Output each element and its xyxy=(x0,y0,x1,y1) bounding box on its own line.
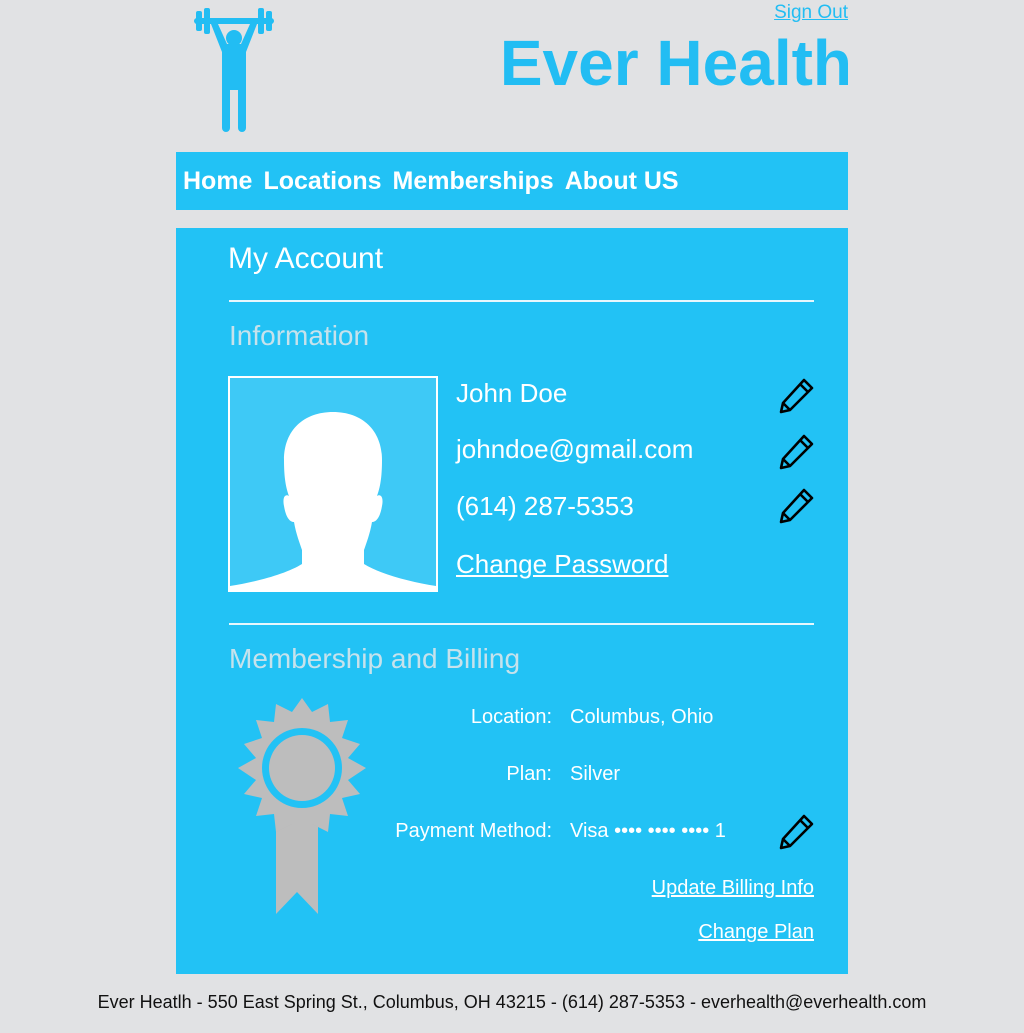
profile-phone: (614) 287-5353 xyxy=(456,491,634,521)
main-nav: Home Locations Memberships About US xyxy=(176,152,848,210)
change-plan-link[interactable]: Change Plan xyxy=(698,921,814,944)
nav-item-home[interactable]: Home xyxy=(183,167,252,196)
plan-label: Plan: xyxy=(506,763,552,785)
plan-value: Silver xyxy=(570,763,621,785)
profile-email: johndoe@gmail.com xyxy=(456,434,694,464)
edit-phone-pencil-icon[interactable] xyxy=(778,486,816,524)
information-heading: Information xyxy=(229,320,370,351)
billing-heading: Membership and Billing xyxy=(229,643,521,674)
payment-label: Payment Method: xyxy=(395,820,552,842)
user-silhouette-icon xyxy=(230,412,436,590)
edit-email-pencil-icon[interactable] xyxy=(778,432,816,470)
location-label: Location: xyxy=(470,706,552,728)
divider xyxy=(229,300,814,302)
update-billing-link[interactable]: Update Billing Info xyxy=(652,877,814,900)
weightlifter-icon xyxy=(194,8,274,132)
edit-name-pencil-icon[interactable] xyxy=(778,376,816,414)
sign-out-link[interactable]: Sign Out xyxy=(774,2,848,24)
location-value: Columbus, Ohio xyxy=(570,706,714,728)
profile-name: John Doe xyxy=(456,378,568,408)
avatar xyxy=(228,376,438,592)
nav-item-about-us[interactable]: About US xyxy=(565,167,679,196)
nav-item-locations[interactable]: Locations xyxy=(263,167,381,196)
account-panel: My Account Information John Doe johndoe@… xyxy=(176,228,848,974)
change-password-link[interactable]: Change Password xyxy=(456,549,668,580)
edit-payment-pencil-icon[interactable] xyxy=(778,812,816,850)
divider xyxy=(229,623,814,625)
brand-title: Ever Health xyxy=(499,27,852,99)
payment-value: Visa •••• •••• •••• 1 xyxy=(570,820,726,842)
nav-item-memberships[interactable]: Memberships xyxy=(393,167,554,196)
page-title: My Account xyxy=(228,242,384,275)
award-ribbon-icon xyxy=(238,698,366,914)
footer-contact: Ever Heatlh - 550 East Spring St., Colum… xyxy=(97,992,927,1012)
